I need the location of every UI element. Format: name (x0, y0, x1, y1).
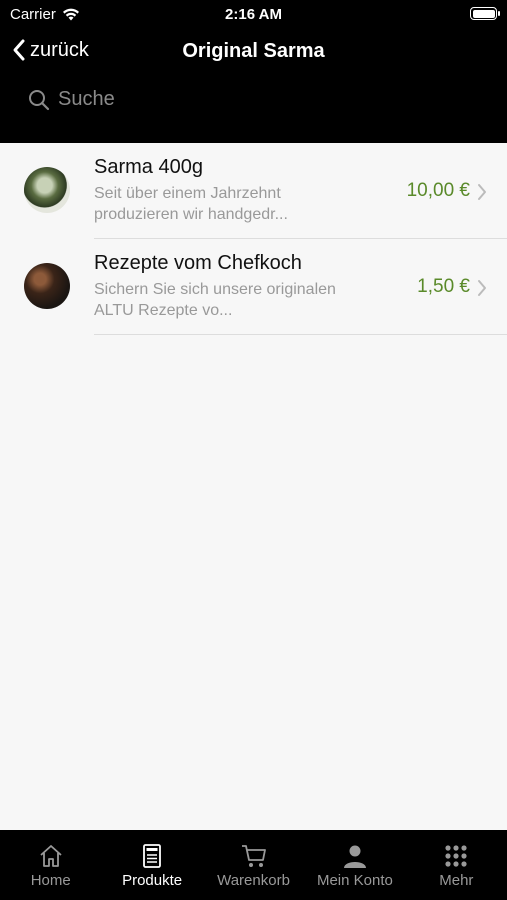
product-description: Sichern Sie sich unsere originalen ALTU … (94, 279, 379, 321)
status-time: 2:16 AM (225, 6, 282, 23)
description-line: Sichern Sie sich unsere originalen (94, 281, 336, 298)
menu-card-icon (143, 844, 162, 868)
battery-icon (470, 7, 500, 20)
status-bar: Carrier 2:16 AM (0, 0, 507, 28)
tab-mehr[interactable]: Mehr (406, 830, 507, 900)
tab-home[interactable]: Home (0, 830, 101, 900)
nav-header: zurück Original Sarma (0, 28, 507, 143)
person-icon (343, 845, 366, 868)
description-line: Seit über einem Jahrzehnt (94, 185, 281, 202)
product-description: Seit über einem Jahrzehnt produzieren wi… (94, 183, 379, 225)
app-screen: Carrier 2:16 AM zurück Original Sarma Su… (0, 0, 507, 900)
description-line: ALTU Rezepte vo... (94, 302, 233, 319)
list-separator (94, 334, 507, 335)
grid-dots-icon (445, 845, 467, 867)
home-icon (40, 845, 62, 867)
chevron-right-icon (478, 184, 486, 200)
description-line: produzieren wir handgedr... (94, 206, 288, 223)
tab-warenkorb[interactable]: Warenkorb (203, 830, 304, 900)
product-item-rezepte[interactable]: Rezepte vom Chefkoch Sichern Sie sich un… (0, 239, 507, 335)
search-icon (29, 89, 50, 110)
tab-label: Home (30, 872, 71, 889)
chevron-right-icon (478, 280, 486, 296)
battery-level (472, 9, 495, 18)
cart-icon (241, 845, 266, 867)
search-input[interactable] (58, 88, 358, 111)
tab-label: Mehr (439, 872, 474, 889)
product-price: 1,50 € (417, 276, 470, 297)
tab-label: Mein Konto (316, 872, 393, 889)
product-thumbnail (24, 263, 70, 309)
product-list: Sarma 400g Seit über einem Jahrzehnt pro… (0, 143, 507, 335)
tab-bar: Home Produkte Warenkorb Mein Konto Mehr (0, 830, 507, 900)
product-price: 10,00 € (406, 180, 470, 201)
tab-label: Produkte (122, 872, 183, 889)
tab-produkte[interactable]: Produkte (101, 830, 202, 900)
tab-mein-konto[interactable]: Mein Konto (304, 830, 405, 900)
product-thumbnail (24, 167, 70, 213)
product-item-sarma[interactable]: Sarma 400g Seit über einem Jahrzehnt pro… (0, 143, 507, 239)
page-title: Original Sarma (182, 40, 325, 62)
product-title: Rezepte vom Chefkoch (94, 252, 302, 274)
product-title: Sarma 400g (94, 156, 203, 178)
tab-label: Warenkorb (217, 872, 290, 889)
search-bar[interactable] (28, 88, 358, 111)
